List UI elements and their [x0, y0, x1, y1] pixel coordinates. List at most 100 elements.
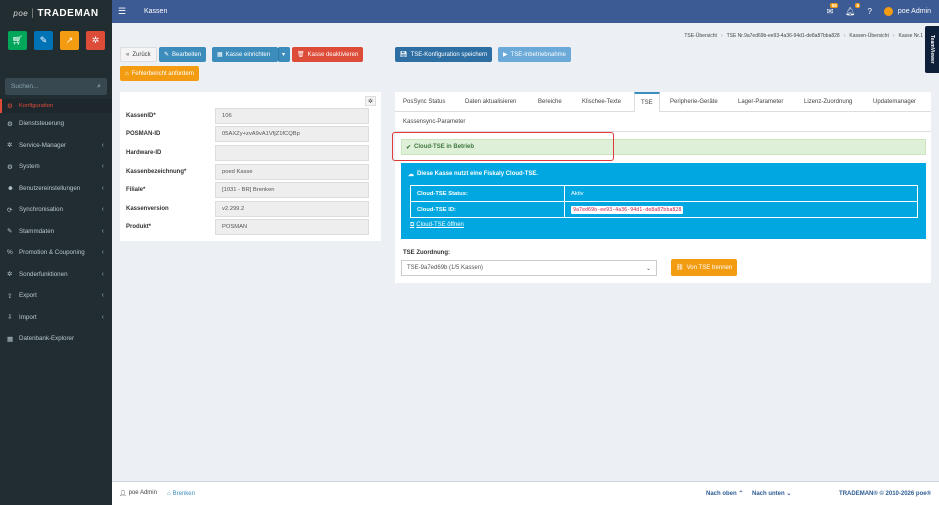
avatar	[883, 7, 893, 16]
chevron-left-icon: ‹	[101, 270, 104, 278]
percent-icon: %	[7, 249, 13, 257]
sidebar-item-label: Dienststeuerung	[19, 120, 65, 128]
search-icon[interactable]: ⌕	[97, 83, 101, 91]
back-button[interactable]: « Zurück	[120, 47, 157, 62]
cloud-icon: ☁	[408, 172, 414, 178]
notifications-button[interactable]: 🔔︎ 6	[845, 3, 861, 16]
chevron-left-icon: ‹	[101, 249, 104, 257]
tab-bereiche[interactable]: Bereiche	[538, 93, 562, 111]
scroll-to-bottom-link[interactable]: Nach unten ⌄	[752, 490, 791, 497]
edit-quick-button[interactable]: ✎	[34, 31, 53, 50]
detail-row: KassenID* 106	[126, 108, 376, 124]
deactivate-register-button[interactable]: 🗑︎ Kasse deaktivieren	[292, 47, 364, 62]
sidebar-item-label: Stammdaten	[19, 227, 55, 235]
sidebar-item-export[interactable]: ⇪ Export ‹	[0, 285, 112, 307]
tab-updatemanager[interactable]: Updatemanager	[873, 93, 916, 111]
quick-actions: 🛒︎ ✎ ↗ ✲	[0, 26, 112, 78]
breadcrumb-item[interactable]: TSE-Übersicht	[684, 33, 717, 39]
tab-possync-status[interactable]: PosSync Status	[403, 93, 445, 111]
disconnect-tse-label: Von TSE trennen	[686, 264, 733, 271]
teamviewer-tab[interactable]: TeamViewer	[925, 26, 939, 73]
sidebar-item-label: Service-Manager	[19, 141, 67, 149]
cart-button[interactable]: 🛒︎	[8, 31, 27, 50]
chart-button[interactable]: ↗	[60, 31, 79, 50]
cloud-tse-title: ☁ Diese Kasse nutzt eine Fiskaly Cloud-T…	[408, 171, 538, 178]
tab-lager-parameter[interactable]: Lager-Parameter	[738, 93, 783, 111]
messages-button[interactable]: ✉ 55	[827, 3, 839, 16]
detail-label: POSMAN-ID	[126, 131, 161, 137]
caret-down-icon: ▾	[282, 52, 286, 58]
logo-separator: |	[31, 7, 35, 19]
sidebar-item-benutzereinstellungen[interactable]: ☻ Benutzereinstellungen ‹	[0, 178, 112, 200]
sidebar-item-import[interactable]: ⇩ Import ‹	[0, 307, 112, 329]
sidebar-search-input[interactable]	[11, 83, 91, 90]
register-details-panel: ✲ KassenID* 106 POSMAN-ID 05AXZy+zvA9vA1…	[120, 92, 381, 241]
edit-button[interactable]: ✎ Bearbeiten	[159, 47, 207, 62]
settings-quick-button[interactable]: ✲	[86, 31, 105, 50]
breadcrumb-separator: ›	[892, 33, 895, 39]
cloud-tse-table: Cloud-TSE Status: Aktiv Cloud-TSE ID: 9a…	[410, 185, 918, 218]
sidebar-item-datenbank-explorer[interactable]: ▦ Datenbank-Explorer	[0, 328, 112, 350]
setup-dropdown-button[interactable]: ▾	[278, 47, 290, 62]
cogs-icon: ✲	[91, 35, 100, 45]
cogs-icon: ✲	[367, 98, 374, 105]
sidebar-item-stammdaten[interactable]: ✎ Stammdaten ‹	[0, 221, 112, 243]
sidebar-item-label: Promotion & Couponing	[19, 249, 85, 257]
tab-kassensync-parameter[interactable]: Kassensync-Parameter	[403, 113, 465, 131]
open-cloud-tse-link[interactable]: ⧉ Cloud-TSE öffnen	[410, 222, 464, 229]
sidebar-item-label: Export	[19, 292, 37, 300]
sidebar-item-promotion[interactable]: % Promotion & Couponing ‹	[0, 242, 112, 264]
tab-klischee-texte[interactable]: Klischee-Texte	[582, 93, 621, 111]
save-tse-config-button[interactable]: 💾︎ TSE-Konfiguration speichern	[395, 47, 493, 62]
chevron-left-icon: ‹	[101, 163, 104, 171]
cogs-icon: ✲	[7, 271, 13, 279]
menu-toggle-icon[interactable]: ☰	[118, 6, 132, 17]
tse-commissioning-button[interactable]: ▶ TSE-Inbetriebnahme	[498, 47, 571, 62]
detail-label: KassenID*	[126, 113, 156, 119]
sidebar-item-label: Benutzereinstellungen	[19, 184, 81, 192]
detail-value: 106	[215, 108, 369, 124]
chevron-left-icon: ‹	[101, 313, 104, 321]
save-icon: 💾︎	[400, 52, 408, 58]
breadcrumb-item[interactable]: Kassen-Übersicht	[849, 33, 888, 39]
app-logo[interactable]: poe | TRADEMAN	[0, 0, 112, 26]
tab-peripherie-geraete[interactable]: Peripherie-Geräte	[670, 93, 718, 111]
detail-label: Hardware-ID	[126, 150, 162, 156]
sidebar-item-sonderfunktionen[interactable]: ✲ Sonderfunktionen ‹	[0, 264, 112, 286]
detail-label: Kassenversion	[126, 206, 169, 212]
user-menu[interactable]: poe Admin	[883, 7, 931, 16]
sidebar-item-synchronisation[interactable]: ⟳ Synchronisation ‹	[0, 199, 112, 221]
sidebar-item-system[interactable]: ⚙ System ‹	[0, 156, 112, 178]
pencil-icon: ✎	[164, 52, 170, 58]
detail-value: v2.299.2	[215, 201, 369, 217]
question-icon: ?	[867, 7, 872, 16]
config-tabs-panel: PosSync Status Daten aktualisieren Berei…	[395, 92, 931, 283]
sidebar: poe | TRADEMAN 🛒︎ ✎ ↗ ✲ ⌕ ⚙ Konfiguratio…	[0, 0, 112, 505]
scroll-to-top-link[interactable]: Nach oben ⌃	[706, 490, 743, 497]
help-button[interactable]: ?	[867, 7, 871, 16]
tab-tse[interactable]: TSE	[634, 92, 660, 112]
breadcrumb-item[interactable]: Kasse Nr.1	[899, 33, 923, 39]
sidebar-item-dienststeuerung[interactable]: ⚙ Dienststeuerung	[0, 113, 112, 135]
tse-assignment-select[interactable]: TSE-9a7ed69b (1/5 Kassen) ⌄	[401, 260, 657, 276]
disconnect-tse-button[interactable]: ⛓︎ Von TSE trennen	[671, 259, 738, 276]
sidebar-item-service-manager[interactable]: ✲ Service-Manager ‹	[0, 135, 112, 157]
tse-assignment-label: TSE Zuordnung:	[403, 250, 450, 256]
footer-branch[interactable]: ⌂ Brenken	[167, 491, 195, 497]
export-icon: ⇪	[7, 292, 13, 300]
tab-daten-aktualisieren[interactable]: Daten aktualisieren	[465, 93, 516, 111]
highlight-annotation	[392, 132, 614, 161]
sidebar-item-label: Konfiguration	[19, 103, 54, 109]
request-error-report-button[interactable]: ⌂ Fehlerbericht anfordern	[120, 66, 199, 81]
sidebar-item-konfiguration[interactable]: ⚙ Konfiguration	[0, 99, 112, 113]
detail-row: Produkt* POSMAN	[126, 219, 376, 235]
chevron-left-icon: ‹	[101, 292, 104, 300]
setup-register-button[interactable]: ▦ Kasse einrichten	[212, 47, 278, 62]
sidebar-item-label: System	[19, 163, 40, 171]
panel-settings-button[interactable]: ✲	[365, 96, 376, 106]
tab-lizenz-zuordnung[interactable]: Lizenz-Zuordnung	[804, 93, 852, 111]
sidebar-search: ⌕	[5, 78, 107, 95]
breadcrumb-item[interactable]: TSE Nr.9a7ed69b-ee93-4a36-94d1-de8a87bba…	[727, 33, 840, 39]
footer-user-name: poe Admin	[128, 490, 157, 496]
cloud-status-value: Aktiv	[564, 185, 918, 202]
